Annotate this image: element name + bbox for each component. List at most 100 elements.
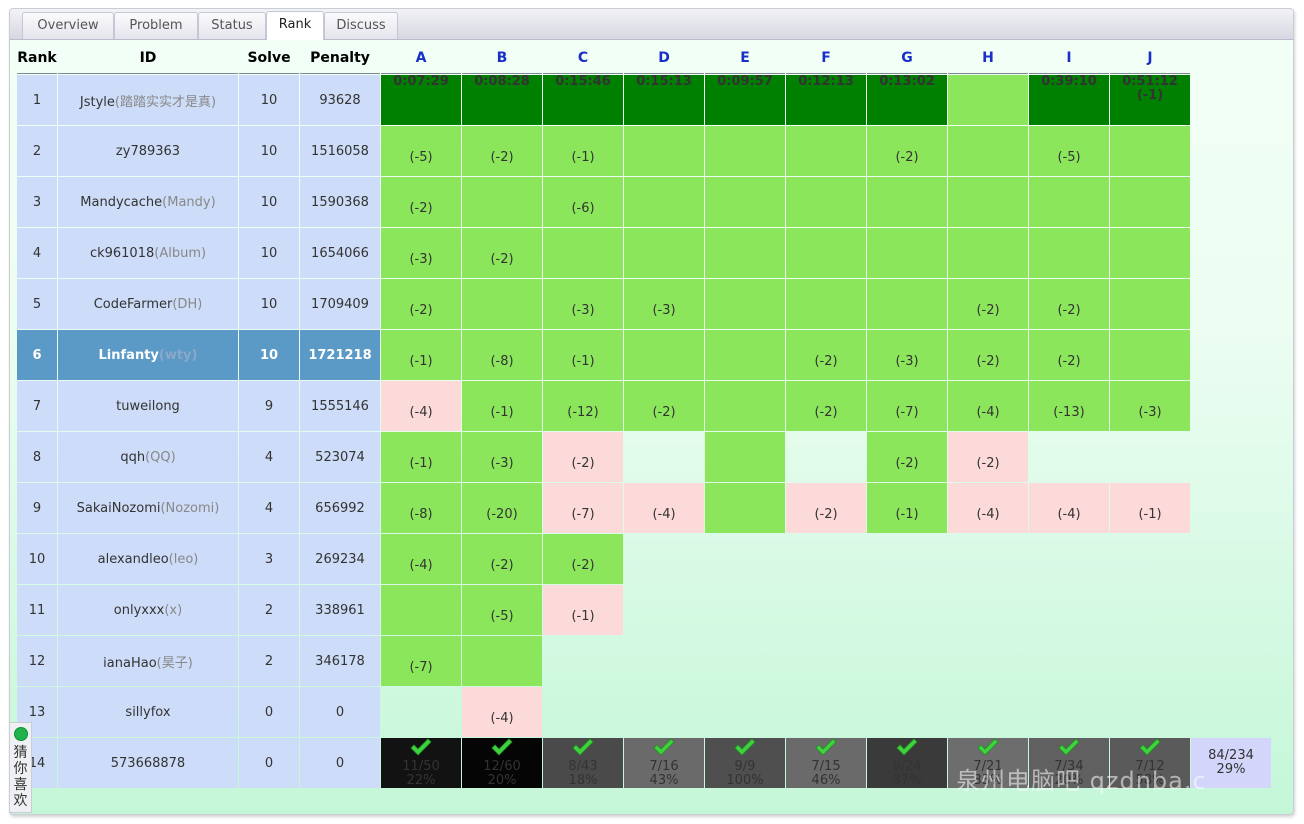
user-id-cell[interactable]: sillyfox [58, 687, 238, 737]
row-spacer [1191, 483, 1271, 533]
row-spacer [1191, 432, 1271, 482]
user-name[interactable]: Jstyle [80, 95, 115, 110]
stat-ratio: 7/16 [649, 759, 679, 774]
checkmark-icon [653, 738, 675, 756]
solve-cell: 0 [239, 738, 299, 788]
penalty-cell: 1654066 [300, 228, 380, 278]
row-spacer [1191, 585, 1271, 635]
tab-overview[interactable]: Overview [22, 12, 114, 39]
stat-percent: 20% [1054, 773, 1084, 788]
user-name[interactable]: 573668878 [111, 756, 185, 771]
user-name[interactable]: alexandleo [98, 552, 169, 567]
tab-problem[interactable]: Problem [114, 12, 198, 39]
stat-ratio: 7/34 [1054, 759, 1084, 774]
problem-cell-a: 0:07:29 [381, 75, 461, 125]
problem-cell-f [786, 687, 866, 737]
user-name[interactable]: CodeFarmer [94, 297, 173, 312]
problem-cell-h [948, 177, 1028, 227]
problem-cell-e [705, 534, 785, 584]
user-id-cell[interactable]: tuweilong [58, 381, 238, 431]
user-id-cell[interactable]: Jstyle(踏踏实实才是真) [58, 75, 238, 125]
tab-status[interactable]: Status [198, 12, 266, 39]
row-spacer [1191, 75, 1271, 125]
stat-percent: 100% [726, 773, 764, 788]
header-problem-g[interactable]: G [867, 43, 947, 74]
wrong-tries: (-2) [814, 506, 838, 522]
user-id-cell[interactable]: Linfanty(wty) [58, 330, 238, 380]
stat-ratio: 9/24 [892, 759, 922, 774]
problem-cell-d: 0:15:13 [624, 75, 704, 125]
user-name[interactable]: Mandycache [80, 195, 162, 210]
wrong-tries: (-2) [976, 455, 1000, 471]
user-id-cell[interactable]: ck961018(Album) [58, 228, 238, 278]
problem-cell-c: (-3) [543, 279, 623, 329]
solve-cell: 3 [239, 534, 299, 584]
problem-cell-g: (-2) [867, 126, 947, 176]
header-problem-f[interactable]: F [786, 43, 866, 74]
ranklist-row: 12 ianaHao(昊子) 2 346178 (-7) [17, 636, 1271, 686]
header-problem-a[interactable]: A [381, 43, 461, 74]
user-name[interactable]: ck961018 [90, 246, 154, 261]
penalty-cell: 1709409 [300, 279, 380, 329]
user-nickname: (QQ) [145, 449, 176, 465]
header-problem-c[interactable]: C [543, 43, 623, 74]
user-name[interactable]: zy789363 [116, 144, 180, 159]
user-id-cell[interactable]: ianaHao(昊子) [58, 636, 238, 686]
stat-percent: 33% [973, 773, 1003, 788]
solve-cell: 4 [239, 432, 299, 482]
header-id: ID [58, 43, 238, 74]
user-id-cell[interactable]: zy789363 [58, 126, 238, 176]
row-spacer [1191, 381, 1271, 431]
problem-cell-h [948, 585, 1028, 635]
wrong-tries: (-2) [652, 404, 676, 420]
problem-cell-f [786, 228, 866, 278]
user-id-cell[interactable]: onlyxxx(x) [58, 585, 238, 635]
first-ac-time: 0:12:13 [798, 74, 854, 89]
tab-rank[interactable]: Rank [266, 11, 324, 40]
problem-cell-j [1110, 432, 1190, 482]
user-name[interactable]: sillyfox [125, 705, 170, 720]
problem-cell-g: (-3) [867, 330, 947, 380]
checkmark-icon [1058, 738, 1080, 756]
user-id-cell[interactable]: SakaiNozomi(Nozomi) [58, 483, 238, 533]
recommend-sidebar[interactable]: 猜你喜欢 [9, 722, 32, 813]
problem-cell-i: (-2) [1029, 330, 1109, 380]
user-name[interactable]: tuweilong [116, 399, 180, 414]
user-id-cell[interactable]: alexandleo(leo) [58, 534, 238, 584]
header-problem-e[interactable]: E [705, 43, 785, 74]
wrong-tries: (-2) [490, 557, 514, 573]
problem-cell-h [948, 228, 1028, 278]
solve-cell: 9 [239, 381, 299, 431]
user-name[interactable]: ianaHao [103, 656, 156, 671]
user-id-cell[interactable]: CodeFarmer(DH) [58, 279, 238, 329]
header-problem-d[interactable]: D [624, 43, 704, 74]
wrong-tries: (-1) [571, 353, 595, 369]
user-name[interactable]: onlyxxx [114, 603, 165, 618]
solve-cell: 0 [239, 687, 299, 737]
user-id-cell[interactable]: 573668878 [58, 738, 238, 788]
header-problem-i[interactable]: I [1029, 43, 1109, 74]
user-name[interactable]: Linfanty [99, 348, 159, 363]
problem-cell-c: (-12) [543, 381, 623, 431]
wrong-tries: (-1) [490, 404, 514, 420]
header-problem-j[interactable]: J [1110, 43, 1190, 74]
wrong-tries: (-1) [409, 353, 433, 369]
header-problem-h[interactable]: H [948, 43, 1028, 74]
status-dot-icon [13, 727, 28, 741]
user-id-cell[interactable]: qqh(QQ) [58, 432, 238, 482]
header-problem-b[interactable]: B [462, 43, 542, 74]
problem-cell-a: (-4) [381, 534, 461, 584]
user-name[interactable]: SakaiNozomi [77, 501, 161, 516]
problem-cell-g [867, 636, 947, 686]
solve-cell: 10 [239, 75, 299, 125]
header-row: Rank ID Solve Penalty A B C D E F G H I … [17, 43, 1271, 74]
problem-cell-i: (-13) [1029, 381, 1109, 431]
user-id-cell[interactable]: Mandycache(Mandy) [58, 177, 238, 227]
problem-cell-c: (-6) [543, 177, 623, 227]
user-name[interactable]: qqh [120, 450, 145, 465]
tab-discuss[interactable]: Discuss [324, 12, 398, 39]
first-ac-time: 0:13:02 [879, 74, 935, 89]
problem-cell-f: 0:12:13 [786, 75, 866, 125]
stat-ratio: 9/9 [734, 759, 756, 774]
penalty-cell: 523074 [300, 432, 380, 482]
